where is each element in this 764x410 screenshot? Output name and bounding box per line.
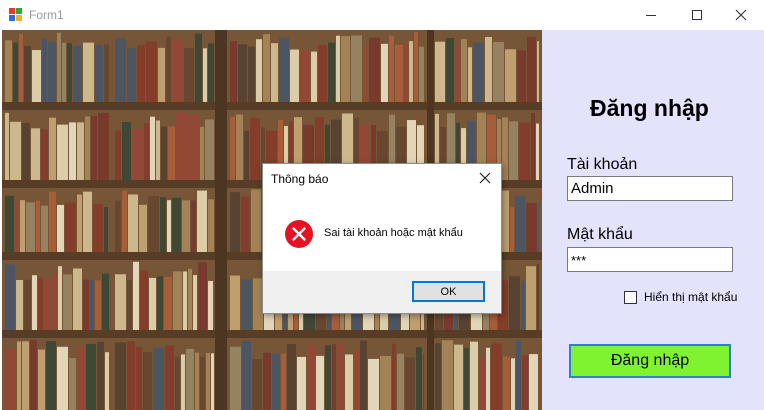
password-label: Mật khẩu xyxy=(567,226,633,243)
window-title: Form1 xyxy=(29,8,64,22)
close-icon xyxy=(735,9,747,21)
username-label: Tài khoản xyxy=(567,156,638,173)
dialog-footer: OK xyxy=(263,271,501,313)
dialog-title: Thông báo xyxy=(271,172,329,186)
error-icon xyxy=(285,220,313,248)
maximize-icon xyxy=(692,10,702,20)
minimize-button[interactable] xyxy=(628,0,674,30)
password-field[interactable] xyxy=(567,247,733,272)
title-bar: Form1 xyxy=(0,0,764,30)
close-icon xyxy=(479,172,491,184)
app-icon xyxy=(9,8,22,21)
ok-button[interactable]: OK xyxy=(412,281,485,302)
minimize-icon xyxy=(646,15,656,16)
message-dialog: Thông báo Sai tài khoản hoặc mật khẩu OK xyxy=(262,163,502,314)
close-button[interactable] xyxy=(718,0,764,30)
show-password-checkbox-row[interactable]: Hiển thị mật khẩu xyxy=(624,290,737,304)
login-heading: Đăng nhập xyxy=(590,95,709,121)
maximize-button[interactable] xyxy=(674,0,720,30)
dialog-message: Sai tài khoản hoặc mật khẩu xyxy=(324,227,463,239)
login-button[interactable]: Đăng nhập xyxy=(569,344,731,378)
username-field[interactable] xyxy=(567,176,733,201)
dialog-close-button[interactable] xyxy=(477,170,493,186)
show-password-label: Hiển thị mật khẩu xyxy=(644,290,738,304)
show-password-checkbox[interactable] xyxy=(624,290,637,304)
